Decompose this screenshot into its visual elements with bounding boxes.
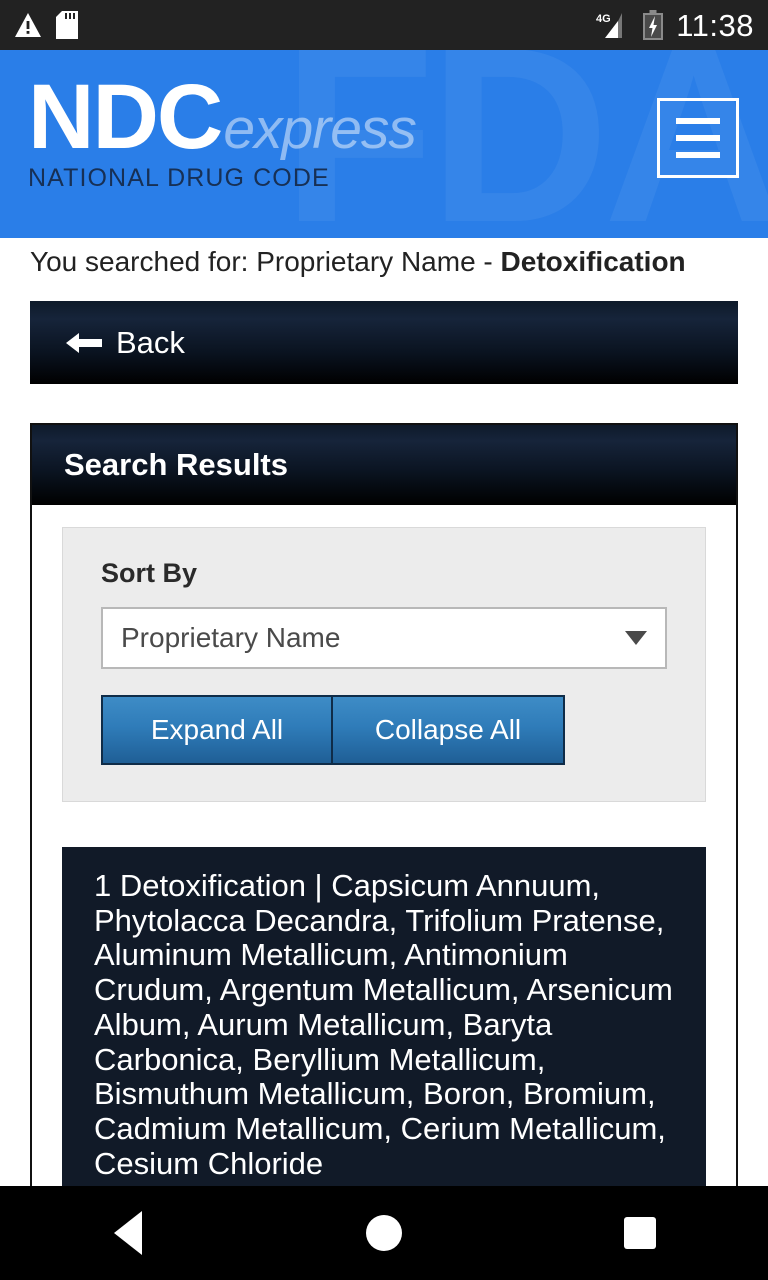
collapse-all-button[interactable]: Collapse All (333, 695, 565, 765)
brand-primary-text: NDC (28, 66, 223, 168)
status-bar-right-icons: 4G 11:38 (596, 10, 754, 41)
sort-by-select[interactable]: Proprietary Name (101, 607, 667, 669)
hamburger-bar-2 (676, 135, 720, 141)
brand-secondary-text: express (223, 97, 417, 161)
app-header: FDA NDC express NATIONAL DRUG CODE (0, 50, 768, 238)
recents-square-icon (624, 1217, 656, 1249)
result-list-item[interactable]: 1 Detoxification | Capsicum Annuum, Phyt… (62, 847, 706, 1201)
signal-4g-icon: 4G (596, 13, 623, 38)
android-nav-bar (0, 1186, 768, 1280)
signal-4g-label: 4G (596, 13, 611, 25)
brand-logo[interactable]: NDC express NATIONAL DRUG CODE (28, 66, 417, 193)
search-results-card: Search Results Sort By Proprietary Name … (30, 423, 738, 1203)
status-bar-left-icons (14, 11, 78, 39)
back-arrow-icon (66, 332, 102, 353)
search-results-body: Sort By Proprietary Name Expand All Coll… (32, 505, 736, 1201)
status-bar-clock: 11:38 (676, 7, 754, 43)
sort-by-label: Sort By (101, 558, 198, 588)
nav-back-button[interactable] (0, 1211, 256, 1255)
brand-subtitle: NATIONAL DRUG CODE (28, 164, 330, 192)
home-circle-icon (366, 1215, 402, 1251)
sort-by-selected-value: Proprietary Name (121, 622, 341, 653)
hamburger-menu-icon[interactable] (657, 98, 739, 178)
sort-panel: Sort By Proprietary Name Expand All Coll… (62, 527, 706, 802)
battery-charging-icon (643, 10, 664, 40)
hamburger-bar-1 (676, 118, 720, 124)
chevron-down-icon (625, 631, 647, 645)
back-button-label: Back (116, 324, 185, 360)
search-summary: You searched for: Proprietary Name - Det… (0, 238, 768, 278)
back-triangle-icon (114, 1211, 142, 1255)
back-button[interactable]: Back (30, 301, 738, 384)
hamburger-bar-3 (676, 152, 720, 158)
search-results-title: Search Results (64, 447, 288, 482)
search-results-header: Search Results (32, 425, 736, 505)
search-summary-term: Detoxification (500, 246, 686, 277)
warning-triangle-icon (15, 13, 41, 37)
nav-home-button[interactable] (256, 1215, 512, 1251)
app-root: 4G 11:38 FDA NDC express NATIONAL DRUG C… (0, 0, 768, 1280)
brand-logo-row: NDC express (28, 66, 417, 168)
sd-card-icon (56, 11, 78, 39)
expand-collapse-button-row: Expand All Collapse All (101, 695, 667, 765)
result-item-text: 1 Detoxification | Capsicum Annuum, Phyt… (94, 868, 673, 1181)
expand-all-button[interactable]: Expand All (101, 695, 333, 765)
android-status-bar: 4G 11:38 (0, 0, 768, 50)
search-summary-prefix: You searched for: Proprietary Name - (30, 246, 501, 277)
nav-recents-button[interactable] (512, 1217, 768, 1249)
